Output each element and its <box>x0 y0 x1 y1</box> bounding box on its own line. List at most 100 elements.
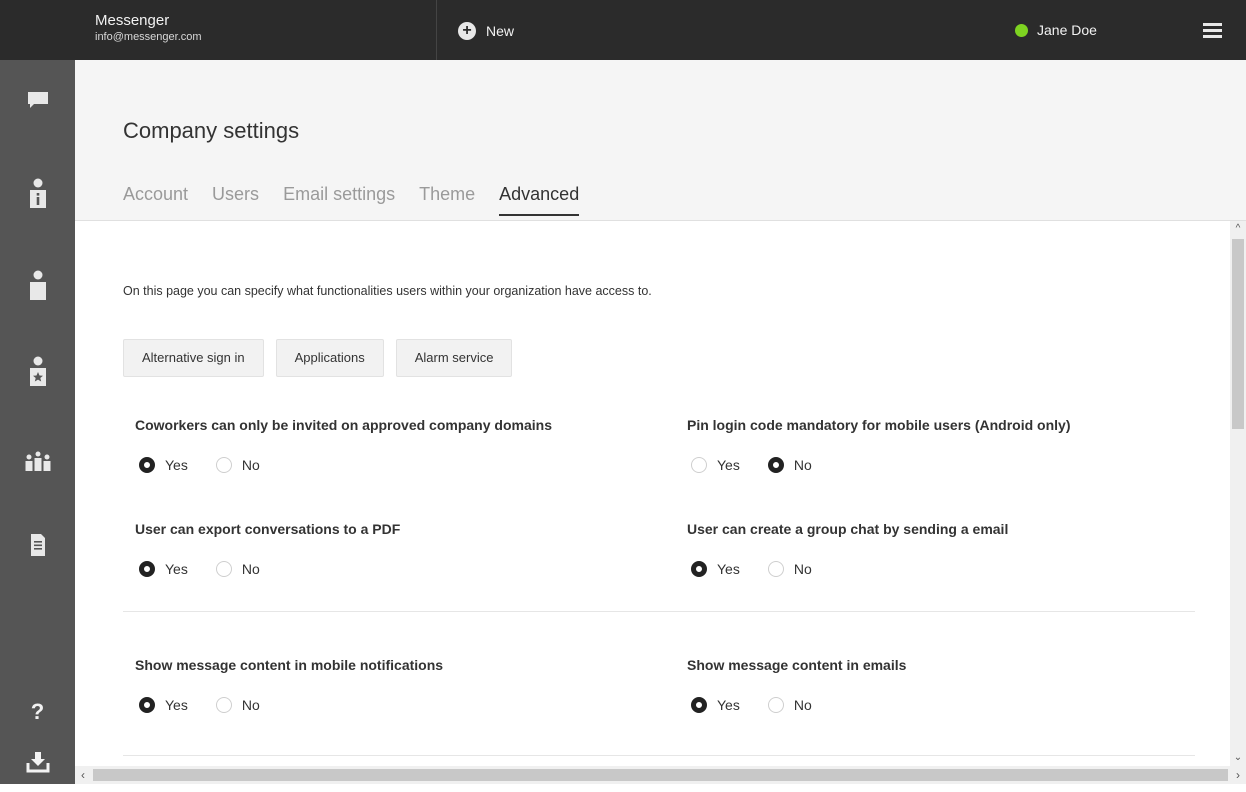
setting-pin-login: Pin login code mandatory for mobile user… <box>687 417 1207 473</box>
tab-advanced[interactable]: Advanced <box>499 184 580 216</box>
radio-checked-icon <box>139 561 155 577</box>
radio-yes[interactable]: Yes <box>139 697 188 713</box>
radio-unchecked-icon <box>691 457 707 473</box>
setting-label: Coworkers can only be invited on approve… <box>135 417 552 433</box>
tab-theme[interactable]: Theme <box>419 184 475 216</box>
setting-mobile-notifications: Show message content in mobile notificat… <box>135 657 655 713</box>
radio-unchecked-icon <box>215 697 232 713</box>
setting-label: Pin login code mandatory for mobile user… <box>687 417 1071 433</box>
user-menu[interactable]: Jane Doe <box>1015 22 1097 38</box>
radio-label: Yes <box>165 561 188 577</box>
radio-label: Yes <box>717 561 740 577</box>
radio-yes[interactable]: Yes <box>691 561 740 577</box>
radio-label: No <box>241 457 260 473</box>
setting-label: User can export conversations to a PDF <box>135 521 401 537</box>
group-icon <box>25 451 50 471</box>
plus-circle-icon: + <box>458 22 476 40</box>
radio-label: Yes <box>165 697 188 713</box>
user-star-icon <box>29 356 46 386</box>
setting-invite-domains: Coworkers can only be invited on approve… <box>135 417 655 473</box>
radio-label: Yes <box>717 697 740 713</box>
tab-users[interactable]: Users <box>212 184 259 216</box>
page-title: Company settings <box>123 118 300 143</box>
vertical-scrollbar[interactable]: ^ ⌄ <box>1230 221 1246 766</box>
section-buttons: Alternative sign in Applications Alarm s… <box>123 339 513 377</box>
radio-label: No <box>241 697 260 713</box>
setting-label: Show message content in emails <box>687 657 907 673</box>
page-header: Company settings Account Users Email set… <box>75 60 1246 221</box>
radio-label: Yes <box>717 457 740 473</box>
radio-unchecked-icon <box>215 457 232 473</box>
section-divider <box>123 755 1195 756</box>
sidebar-item-document[interactable] <box>0 515 75 575</box>
radio-checked-icon <box>767 457 784 473</box>
section-divider <box>123 611 1195 612</box>
app-name: Messenger <box>95 12 170 29</box>
horizontal-scroll-thumb[interactable] <box>93 769 1228 781</box>
chat-icon <box>27 92 48 108</box>
scroll-right-icon[interactable]: › <box>1230 766 1246 784</box>
radio-no[interactable]: No <box>767 697 812 713</box>
sidebar-item-user-star[interactable] <box>0 342 75 402</box>
sidebar-item-chat[interactable] <box>0 70 75 130</box>
setting-label: User can create a group chat by sending … <box>687 521 1009 537</box>
new-button-label: New <box>486 23 515 39</box>
document-icon <box>30 534 45 556</box>
setting-label: Show message content in mobile notificat… <box>135 657 444 673</box>
settings-tabs: Account Users Email settings Theme Advan… <box>123 184 603 216</box>
settings-content: On this page you can specify what functi… <box>75 221 1230 766</box>
radio-yes[interactable]: Yes <box>691 457 740 473</box>
alternative-sign-in-button[interactable]: Alternative sign in <box>123 339 264 377</box>
topbar-divider <box>436 0 437 60</box>
new-button[interactable]: + New <box>458 21 514 41</box>
radio-checked-icon <box>691 561 707 577</box>
applications-button[interactable]: Applications <box>275 339 384 377</box>
sidebar-item-user-info[interactable] <box>0 164 75 224</box>
setting-export-pdf: User can export conversations to a PDF Y… <box>135 521 655 577</box>
brand: Messenger info@messenger.com <box>95 12 202 44</box>
radio-checked-icon <box>139 697 155 713</box>
radio-no[interactable]: No <box>215 697 260 713</box>
hamburger-menu-icon[interactable] <box>1203 23 1222 39</box>
vertical-scroll-thumb[interactable] <box>1232 239 1244 429</box>
radio-no[interactable]: No <box>767 561 812 577</box>
sidebar-corner <box>0 0 75 60</box>
user-info-icon <box>29 178 46 208</box>
radio-label: Yes <box>165 457 188 473</box>
app-email: info@messenger.com <box>95 31 202 43</box>
sidebar: ? <box>0 60 75 784</box>
tab-email-settings[interactable]: Email settings <box>283 184 395 216</box>
scroll-up-icon[interactable]: ^ <box>1230 221 1246 237</box>
radio-yes[interactable]: Yes <box>139 561 188 577</box>
help-icon: ? <box>30 699 45 724</box>
radio-unchecked-icon <box>215 561 232 577</box>
sidebar-item-group[interactable] <box>0 432 75 492</box>
radio-no[interactable]: No <box>215 457 260 473</box>
scroll-down-icon[interactable]: ⌄ <box>1230 750 1246 766</box>
radio-unchecked-icon <box>767 697 784 713</box>
tab-account[interactable]: Account <box>123 184 188 216</box>
alarm-service-button[interactable]: Alarm service <box>395 339 513 377</box>
radio-yes[interactable]: Yes <box>691 697 740 713</box>
radio-label: No <box>793 561 812 577</box>
setting-email-content: Show message content in emails Yes No <box>687 657 1207 713</box>
download-icon <box>26 752 49 773</box>
scroll-left-icon[interactable]: ‹ <box>75 766 91 784</box>
radio-no[interactable]: No <box>767 457 812 473</box>
horizontal-scrollbar[interactable]: ‹ › <box>75 766 1246 784</box>
top-bar: Messenger info@messenger.com + New Jane … <box>0 0 1246 60</box>
intro-text: On this page you can specify what functi… <box>123 284 652 298</box>
radio-label: No <box>793 457 812 473</box>
sidebar-item-user[interactable] <box>0 256 75 316</box>
radio-checked-icon <box>139 457 155 473</box>
online-status-icon <box>1015 23 1028 37</box>
radio-checked-icon <box>691 697 707 713</box>
radio-unchecked-icon <box>767 561 784 577</box>
sidebar-item-download[interactable] <box>0 732 75 792</box>
setting-group-chat-email: User can create a group chat by sending … <box>687 521 1207 577</box>
radio-label: No <box>241 561 260 577</box>
radio-no[interactable]: No <box>215 561 260 577</box>
radio-yes[interactable]: Yes <box>139 457 188 473</box>
radio-label: No <box>793 697 812 713</box>
user-icon <box>29 270 46 300</box>
